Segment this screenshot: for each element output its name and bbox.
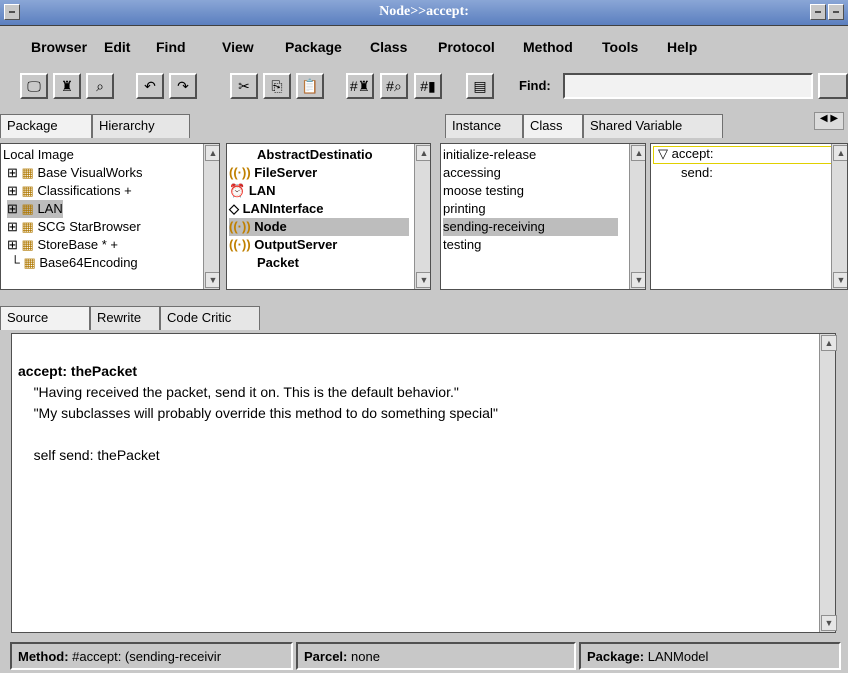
list-item[interactable]: send:: [681, 164, 713, 182]
class-scrollbar[interactable]: ▲ ▼: [414, 144, 430, 289]
find-senders-icon[interactable]: #♜: [346, 73, 374, 99]
source-code[interactable]: accept: thePacket "Having received the p…: [18, 340, 498, 466]
menu-browser[interactable]: Browser: [31, 39, 87, 55]
minimize-button[interactable]: [810, 4, 826, 20]
list-item[interactable]: └ ▦ Base64Encoding: [7, 254, 138, 272]
find-label: Find:: [519, 78, 551, 93]
menu-package[interactable]: Package: [285, 39, 342, 55]
list-item-selected[interactable]: ▽ accept:: [653, 146, 835, 164]
scroll-up-icon[interactable]: ▲: [416, 145, 430, 161]
tab-code-critic[interactable]: Code Critic: [160, 306, 260, 330]
list-item[interactable]: ⊞ ▦ Base VisualWorks: [7, 164, 142, 182]
method-signature: accept: thePacket: [18, 363, 138, 379]
list-item[interactable]: Local Image: [3, 146, 74, 164]
class-list[interactable]: AbstractDestinatio ((·)) FileServer ⏰ LA…: [226, 143, 431, 290]
list-item[interactable]: AbstractDestinatio: [257, 146, 373, 164]
list-item-selected[interactable]: sending-receiving: [443, 218, 618, 236]
list-item[interactable]: ⊞ ▦ Classifications +: [7, 182, 132, 200]
list-item[interactable]: moose testing: [443, 182, 524, 200]
list-item[interactable]: ((·)) FileServer: [229, 164, 317, 182]
list-item-selected[interactable]: ⊞ ▦ LAN: [7, 200, 63, 218]
list-item[interactable]: initialize-release: [443, 146, 536, 164]
source-line: "My subclasses will probably override th…: [33, 405, 498, 421]
cut-icon[interactable]: ✂: [230, 73, 258, 99]
hierarchy-browser-icon[interactable]: ♜: [53, 73, 81, 99]
list-item[interactable]: ⊞ ▦ StoreBase * +: [7, 236, 118, 254]
list-item[interactable]: ◇ LANInterface: [229, 200, 324, 218]
find-button[interactable]: [818, 73, 848, 99]
run-icon[interactable]: ▤: [466, 73, 494, 99]
menu-method[interactable]: Method: [523, 39, 573, 55]
menu-edit[interactable]: Edit: [104, 39, 130, 55]
menu-bar: Browser Edit Find View Package Class Pro…: [0, 37, 848, 63]
scroll-down-icon[interactable]: ▼: [631, 272, 645, 288]
status-method: Method: #accept: (sending-receivir: [10, 642, 293, 670]
source-scrollbar[interactable]: ▲ ▼: [819, 334, 837, 632]
method-scrollbar[interactable]: ▲ ▼: [831, 144, 847, 289]
scroll-down-icon[interactable]: ▼: [833, 272, 847, 288]
status-package: Package: LANModel: [579, 642, 841, 670]
paste-icon[interactable]: 📋: [296, 73, 324, 99]
tab-scroll-arrows[interactable]: ◀ ▶: [814, 112, 844, 130]
menu-protocol[interactable]: Protocol: [438, 39, 495, 55]
list-item[interactable]: ⊞ ▦ SCG StarBrowser: [7, 218, 141, 236]
tab-rewrite[interactable]: Rewrite: [90, 306, 160, 330]
list-item[interactable]: ⏰ LAN: [229, 182, 276, 200]
source-line: self send: thePacket: [33, 447, 160, 463]
tab-instance[interactable]: Instance: [445, 114, 523, 138]
find-input[interactable]: [563, 73, 813, 99]
menu-find[interactable]: Find: [156, 39, 186, 55]
protocol-scrollbar[interactable]: ▲ ▼: [629, 144, 645, 289]
scroll-up-icon[interactable]: ▲: [205, 145, 219, 161]
list-item[interactable]: Packet: [257, 254, 299, 272]
menu-help[interactable]: Help: [667, 39, 697, 55]
package-scrollbar[interactable]: ▲ ▼: [203, 144, 219, 289]
copy-icon[interactable]: ⎘: [263, 73, 291, 99]
scroll-down-icon[interactable]: ▼: [416, 272, 430, 288]
tab-source[interactable]: Source: [0, 306, 90, 330]
menu-tools[interactable]: Tools: [602, 39, 638, 55]
scroll-up-icon[interactable]: ▲: [821, 335, 837, 351]
tab-package[interactable]: Package: [0, 114, 92, 138]
tab-class[interactable]: Class: [523, 114, 583, 138]
redo-icon[interactable]: ↷: [169, 73, 197, 99]
tab-hierarchy[interactable]: Hierarchy: [92, 114, 190, 138]
list-item-selected[interactable]: ((·)) Node: [229, 218, 409, 236]
source-line: "Having received the packet, send it on.…: [33, 384, 459, 400]
list-item[interactable]: accessing: [443, 164, 501, 182]
find-references-icon[interactable]: #▮: [414, 73, 442, 99]
title-bar: Node>>accept:: [0, 0, 848, 26]
protocol-list[interactable]: initialize-release accessing moose testi…: [440, 143, 646, 290]
menu-view[interactable]: View: [222, 39, 254, 55]
source-editor[interactable]: accept: thePacket "Having received the p…: [11, 333, 837, 633]
scroll-up-icon[interactable]: ▲: [833, 145, 847, 161]
list-item[interactable]: testing: [443, 236, 481, 254]
scroll-down-icon[interactable]: ▼: [205, 272, 219, 288]
undo-icon[interactable]: ↶: [136, 73, 164, 99]
scroll-down-icon[interactable]: ▼: [821, 615, 837, 631]
method-list[interactable]: ▽ accept: send: ▲ ▼: [650, 143, 848, 290]
list-item[interactable]: ((·)) OutputServer: [229, 236, 337, 254]
menu-class[interactable]: Class: [370, 39, 407, 55]
find-implementors-icon[interactable]: #⌕: [380, 73, 408, 99]
package-list[interactable]: Local Image ⊞ ▦ Base VisualWorks ⊞ ▦ Cla…: [0, 143, 220, 290]
browse-icon[interactable]: 🖵: [20, 73, 48, 99]
maximize-button[interactable]: [828, 4, 844, 20]
window-title: Node>>accept:: [379, 4, 469, 19]
tab-shared-variable[interactable]: Shared Variable: [583, 114, 723, 138]
references-icon[interactable]: ⌕: [86, 73, 114, 99]
status-parcel: Parcel: none: [296, 642, 576, 670]
list-item[interactable]: printing: [443, 200, 486, 218]
scroll-up-icon[interactable]: ▲: [631, 145, 645, 161]
